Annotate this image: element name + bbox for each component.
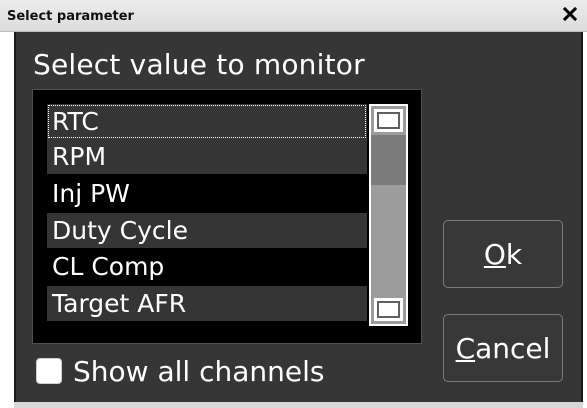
list-item-label: CL Comp (52, 252, 165, 281)
close-icon (563, 7, 577, 21)
ok-label-rest: k (505, 237, 523, 271)
list-item-label: Target AFR (52, 289, 187, 318)
cancel-label-rest: ancel (475, 331, 551, 365)
show-all-channels-option[interactable]: Show all channels (36, 354, 324, 388)
parameter-list[interactable]: RTC RPM Inj PW Duty Cycle CL Comp Target… (32, 89, 422, 344)
scroll-up-button[interactable] (374, 109, 403, 132)
cancel-mnemonic: C (455, 331, 476, 365)
list-item[interactable]: CL Comp (47, 249, 367, 284)
ok-button[interactable]: Ok (443, 220, 563, 288)
title-bar[interactable]: Select parameter (0, 0, 587, 32)
list-item[interactable]: Duty Cycle (47, 213, 367, 248)
show-all-channels-checkbox[interactable] (36, 358, 62, 384)
list-item-label: RPM (52, 142, 107, 171)
list-item-label: Inj PW (52, 179, 130, 208)
window-title: Select parameter (7, 9, 134, 24)
list-item-label: RTC (52, 107, 99, 136)
list-item[interactable]: RPM (47, 139, 367, 174)
dialog-panel: Select value to monitor RTC RPM Inj PW D… (14, 32, 583, 402)
dialog-window: Select parameter Select value to monitor… (0, 0, 587, 408)
window-bottom-edge (14, 402, 583, 408)
scroll-down-button[interactable] (374, 298, 403, 321)
ok-mnemonic: O (483, 237, 506, 271)
list-item[interactable]: Target AFR (47, 286, 367, 321)
dialog-heading: Select value to monitor (33, 48, 365, 81)
show-all-channels-label: Show all channels (73, 354, 325, 388)
cancel-button[interactable]: Cancel (443, 314, 563, 382)
list-item-label: Duty Cycle (52, 216, 188, 245)
close-button[interactable] (560, 4, 580, 24)
list-item[interactable]: RTC (47, 104, 367, 139)
scrollbar-thumb[interactable] (371, 135, 406, 185)
list-item[interactable]: Inj PW (47, 176, 367, 211)
list-scrollbar[interactable] (369, 104, 408, 326)
